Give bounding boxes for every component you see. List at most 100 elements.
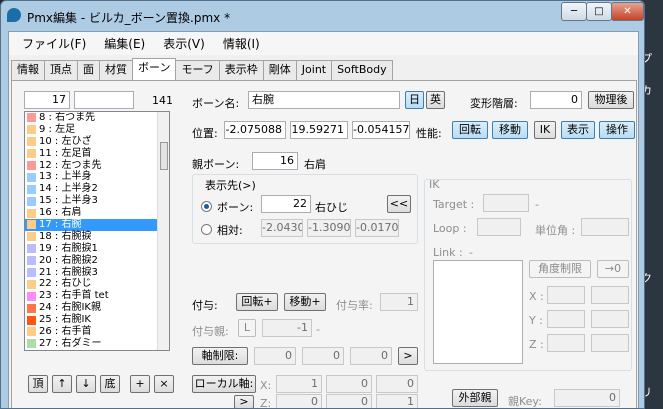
bone-list-item[interactable]: 10 : 左ひざ — [25, 136, 169, 148]
bone-list-item[interactable]: 25 : 右腕IK — [25, 314, 169, 326]
dest-bone-input[interactable]: 22 — [261, 195, 311, 213]
close-button[interactable]: ✕ — [611, 2, 644, 21]
tab-info[interactable]: 情報 — [11, 60, 45, 80]
tab-face[interactable]: 面 — [77, 60, 100, 80]
perf-move-toggle[interactable]: 移動 — [492, 121, 528, 139]
tab-vertex[interactable]: 頂点 — [44, 60, 78, 80]
menu-file[interactable]: ファイル(F) — [13, 35, 95, 52]
tab-display-frame[interactable]: 表示枠 — [218, 60, 264, 80]
grant-parent-input[interactable]: -1 — [262, 319, 312, 337]
delete-bone-button[interactable]: × — [154, 375, 174, 393]
parent-key-input[interactable]: 0 — [554, 389, 620, 407]
tab-joint[interactable]: Joint — [295, 60, 333, 80]
relative-z-input[interactable]: -0.0170 — [355, 219, 399, 237]
local-x-2-input[interactable]: 0 — [326, 375, 372, 393]
ik-target-input[interactable] — [483, 194, 529, 212]
minimize-button[interactable]: ─ — [561, 2, 587, 21]
ik-y-min-input[interactable] — [547, 310, 585, 328]
tab-softbody[interactable]: SoftBody — [331, 60, 393, 80]
bone-index-input[interactable]: 17 — [24, 91, 70, 109]
perf-rotate-toggle[interactable]: 回転 — [452, 121, 488, 139]
ik-y-max-input[interactable] — [591, 310, 629, 328]
physics-after-button[interactable]: 物理後 — [588, 91, 634, 109]
local-z-2-input[interactable]: 0 — [326, 394, 372, 408]
deform-level-input[interactable]: 0 — [530, 91, 582, 109]
external-parent-toggle[interactable]: 外部親 — [452, 389, 498, 407]
tab-rigid-body[interactable]: 剛体 — [262, 60, 297, 80]
radio-relative[interactable] — [201, 224, 212, 235]
bone-list-item[interactable]: 21 : 右腕捩3 — [25, 267, 169, 279]
local-z-3-input[interactable]: 1 — [376, 394, 418, 408]
menu-edit[interactable]: 編集(E) — [95, 35, 154, 52]
perf-operate-toggle[interactable]: 操作 — [599, 121, 635, 139]
position-z-input[interactable]: -0.054157 — [352, 121, 410, 139]
axis-limit-z-input[interactable]: 0 — [350, 347, 392, 365]
move-bottom-button[interactable]: 底 — [100, 375, 120, 393]
perf-show-toggle[interactable]: 表示 — [561, 121, 595, 139]
bone-list-item[interactable]: 18 : 右腕捩 — [25, 231, 169, 243]
lang-jp-button[interactable]: 日 — [405, 91, 424, 109]
axis-limit-y-input[interactable]: 0 — [302, 347, 344, 365]
ik-z-max-input[interactable] — [591, 334, 629, 352]
bone-search-input[interactable] — [74, 91, 134, 109]
ik-x-min-input[interactable] — [547, 286, 585, 304]
scroll-thumb[interactable] — [160, 142, 168, 170]
ik-unit-angle-input[interactable] — [581, 218, 629, 236]
bone-list-scrollbar[interactable] — [157, 112, 169, 350]
local-x-3-input[interactable]: 0 — [376, 375, 418, 393]
move-up-button[interactable]: ↑ — [52, 375, 72, 393]
bone-list-item[interactable]: 24 : 右腕IK親 — [25, 302, 169, 314]
bone-list-item[interactable]: 20 : 右腕捩2 — [25, 255, 169, 267]
grant-rate-input[interactable]: 1 — [380, 293, 418, 311]
local-z-1-input[interactable]: 0 — [276, 394, 322, 408]
title-bar[interactable]: Pmx編集 - ビルカ_ボーン置換.pmx * ─ □ ✕ — [1, 1, 644, 31]
bone-list-item[interactable]: 9 : 左足 — [25, 124, 169, 136]
ik-x-max-input[interactable] — [591, 286, 629, 304]
menu-view[interactable]: 表示(V) — [154, 35, 214, 52]
radio-bone[interactable] — [201, 201, 212, 212]
bone-list-item[interactable]: 26 : 右手首 — [25, 326, 169, 338]
axis-limit-apply-button[interactable]: > — [398, 347, 418, 365]
relative-x-input[interactable]: -2.0430 — [261, 219, 303, 237]
bone-list-item[interactable]: 12 : 左つま先 — [25, 160, 169, 172]
move-down-button[interactable]: ↓ — [76, 375, 96, 393]
bone-list-item[interactable]: 11 : 左足首 — [25, 148, 169, 160]
bone-list-item[interactable]: 19 : 右腕捩1 — [25, 243, 169, 255]
to-zero-button[interactable]: →0 — [597, 260, 629, 278]
maximize-button[interactable]: □ — [586, 2, 612, 21]
lang-en-button[interactable]: 英 — [426, 91, 445, 109]
grant-rotate-toggle[interactable]: 回転+ — [236, 293, 278, 311]
bone-list-item[interactable]: 23 : 右手首 tet — [25, 290, 169, 302]
ik-loop-input[interactable] — [477, 218, 521, 236]
tab-morph[interactable]: モーフ — [175, 60, 220, 80]
bone-list-item[interactable]: 15 : 上半身3 — [25, 195, 169, 207]
bone-list-item[interactable]: 27 : 右ダミー — [25, 338, 169, 350]
angle-limit-toggle[interactable]: 角度制限 — [529, 260, 591, 278]
tab-material[interactable]: 材質 — [99, 60, 133, 80]
position-y-input[interactable]: 19.59271 — [290, 121, 348, 139]
menu-info[interactable]: 情報(I) — [214, 35, 269, 52]
local-axis-apply-button[interactable]: > — [234, 395, 254, 408]
ik-link-list[interactable] — [433, 260, 523, 364]
axis-limit-toggle[interactable]: 軸制限: — [192, 347, 248, 365]
add-bone-button[interactable]: + — [130, 375, 150, 393]
position-x-input[interactable]: -2.075088 — [224, 121, 286, 139]
dest-jump-button[interactable]: << — [387, 195, 411, 213]
bone-list-item[interactable]: 16 : 右肩 — [25, 207, 169, 219]
bone-list-item[interactable]: 17 : 右腕 — [25, 219, 169, 231]
parent-bone-input[interactable]: 16 — [252, 152, 298, 170]
local-axis-toggle[interactable]: ローカル軸: — [192, 375, 256, 393]
grant-move-toggle[interactable]: 移動+ — [284, 293, 326, 311]
tab-bone[interactable]: ボーン — [132, 58, 177, 80]
ik-z-min-input[interactable] — [547, 334, 585, 352]
bone-list-item[interactable]: 8 : 右つま先 — [25, 112, 169, 124]
bone-list-item[interactable]: 22 : 右ひじ — [25, 278, 169, 290]
bone-list-item[interactable]: 13 : 上半身 — [25, 171, 169, 183]
bone-list[interactable]: 8 : 右つま先 9 : 左足 10 : 左ひざ 11 : 左足首 12 : 左つま先 1… — [24, 111, 170, 351]
perf-ik-toggle[interactable]: IK — [534, 121, 556, 139]
local-x-1-input[interactable]: 1 — [276, 375, 322, 393]
bone-name-input[interactable]: 右腕 — [248, 91, 400, 109]
relative-y-input[interactable]: -1.3090 — [307, 219, 351, 237]
grant-parent-link-button[interactable]: L — [238, 319, 256, 337]
axis-limit-x-input[interactable]: 0 — [254, 347, 296, 365]
